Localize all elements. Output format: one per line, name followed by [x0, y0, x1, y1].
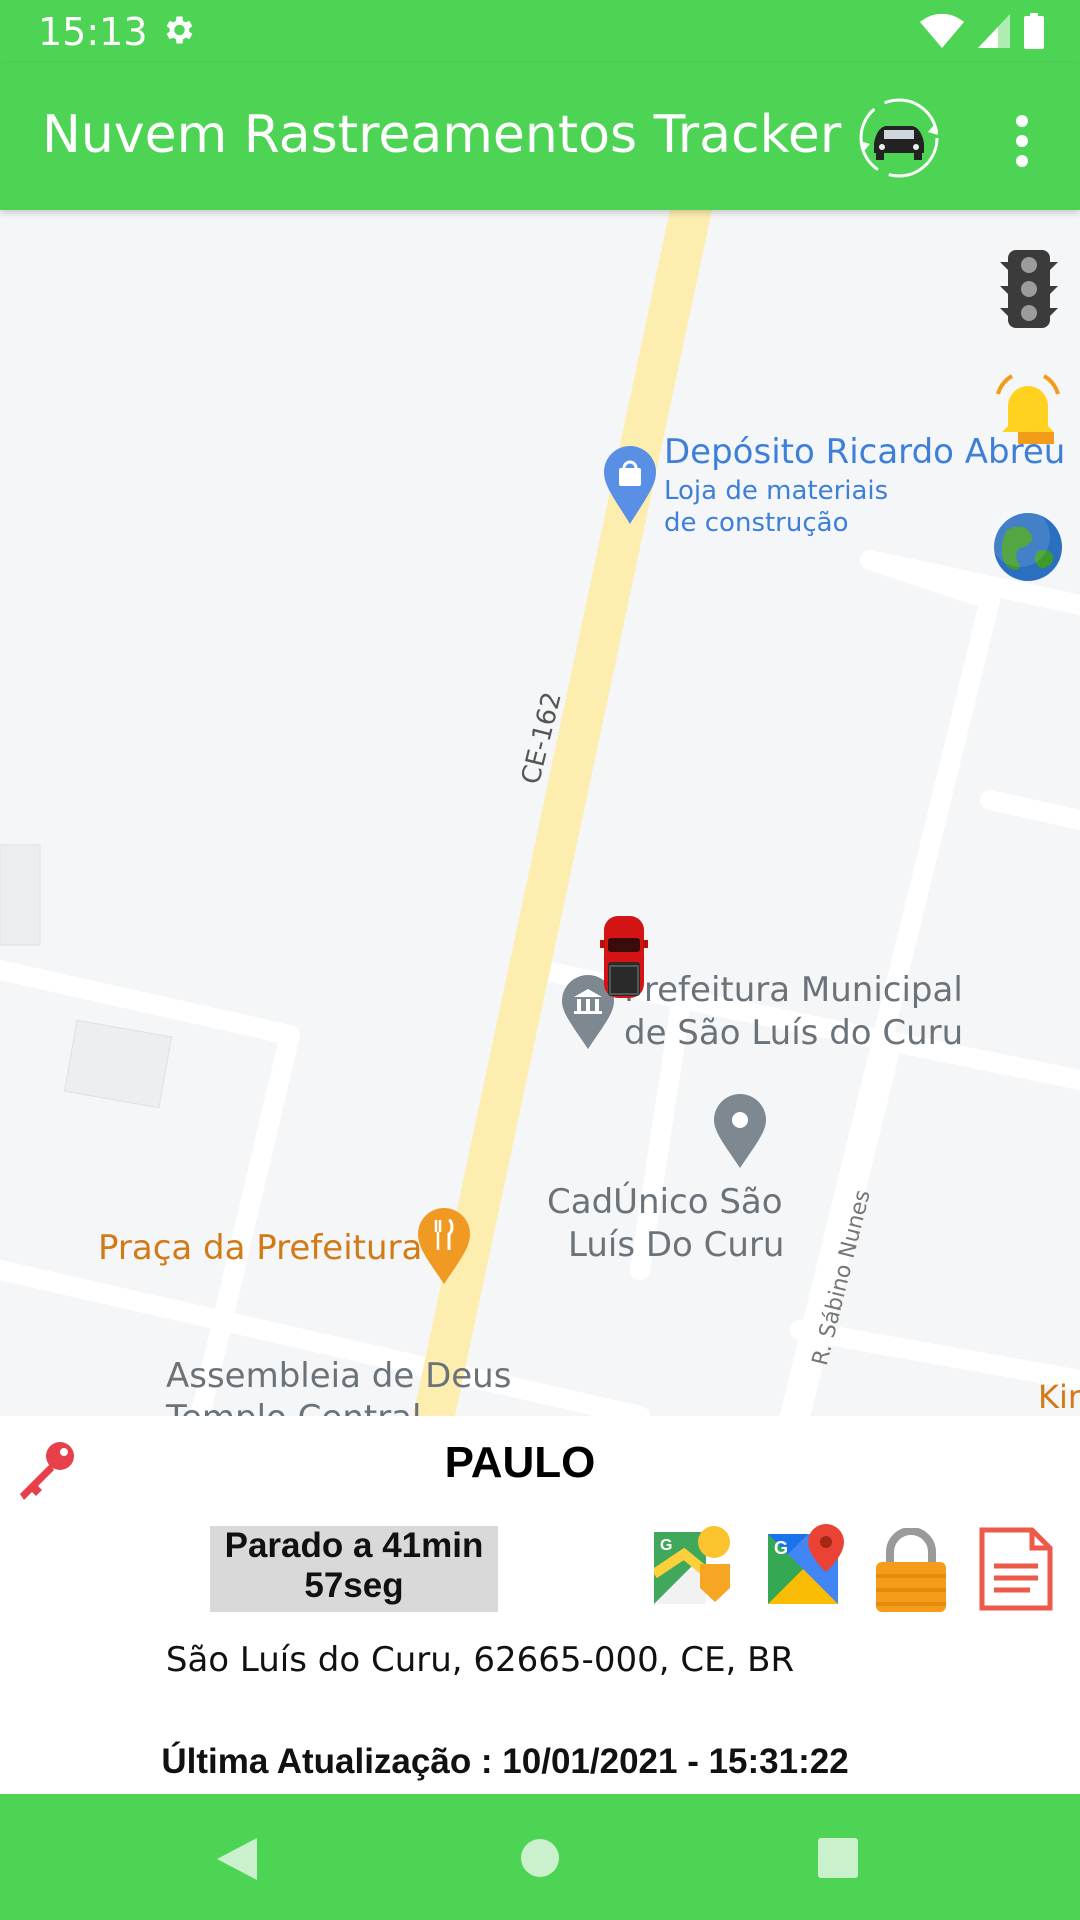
poi-prefeitura-line1[interactable]: Prefeitura Municipal: [624, 970, 963, 1010]
system-icons: [920, 13, 1044, 49]
report-icon[interactable]: [978, 1526, 1054, 1612]
vehicle-name: PAULO: [444, 1438, 596, 1487]
wifi-icon: [920, 14, 964, 48]
location-pin-icon[interactable]: [714, 1094, 766, 1168]
app-bar: Nuvem Rastreamentos Tracker: [0, 63, 1080, 210]
signal-icon: [978, 14, 1010, 48]
restaurant-pin-icon[interactable]: [418, 1208, 470, 1284]
globe-icon[interactable]: [993, 512, 1063, 582]
status-line-2: 57seg: [304, 1566, 404, 1605]
home-icon[interactable]: [520, 1838, 560, 1878]
vehicle-address: São Luís do Curu, 62665-000, CE, BR: [165, 1640, 795, 1680]
svg-text:G: G: [660, 1537, 672, 1554]
poi-assembleia-line2: Templo Central: [166, 1398, 421, 1416]
status-line-1: Parado a 41min: [224, 1526, 484, 1565]
poi-edge-label[interactable]: Kir: [1038, 1378, 1080, 1416]
battery-icon: [1024, 13, 1044, 49]
settings-icon: [166, 16, 193, 44]
poi-prefeitura-line2: de São Luís do Curu: [624, 1013, 964, 1053]
svg-text:G: G: [774, 1538, 788, 1558]
app-title: Nuvem Rastreamentos Tracker: [42, 105, 842, 165]
navigation-bar: [0, 1794, 1080, 1920]
poi-assembleia-line1[interactable]: Assembleia de Deus: [166, 1356, 511, 1396]
poi-cadunico-line1[interactable]: CadÚnico São: [547, 1182, 783, 1222]
street-view-icon[interactable]: G: [654, 1524, 734, 1604]
lock-icon[interactable]: [874, 1528, 948, 1614]
google-maps-icon[interactable]: G: [768, 1524, 848, 1604]
shopping-pin-icon[interactable]: [604, 446, 656, 524]
last-update: Última Atualização : 10/01/2021 - 15:31:…: [161, 1742, 849, 1781]
recents-icon[interactable]: [818, 1838, 858, 1878]
map-view[interactable]: CE-162 R. Sábino Nunes Depósito Ricardo …: [0, 210, 1080, 1416]
vehicle-marker-icon[interactable]: [600, 910, 648, 1002]
bell-icon[interactable]: [990, 370, 1066, 446]
status-bar: 15:13: [0, 0, 1080, 63]
poi-cadunico-line2: Luís Do Curu: [568, 1225, 785, 1265]
stopped-status-badge: Parado a 41min 57seg: [210, 1526, 498, 1612]
traffic-light-icon[interactable]: [1000, 248, 1058, 330]
poi-deposito-category-2: de construção: [664, 508, 849, 538]
back-icon[interactable]: [215, 1836, 259, 1882]
vehicle-panel: PAULO Parado a 41min 57seg G G São Luís …: [0, 1416, 1080, 1794]
poi-praca-name[interactable]: Praça da Prefeitura: [98, 1228, 422, 1268]
car-refresh-icon[interactable]: [856, 95, 942, 181]
more-vert-icon[interactable]: [1002, 111, 1042, 171]
status-time: 15:13: [38, 10, 148, 54]
poi-deposito-category-1: Loja de materiais: [664, 476, 889, 506]
